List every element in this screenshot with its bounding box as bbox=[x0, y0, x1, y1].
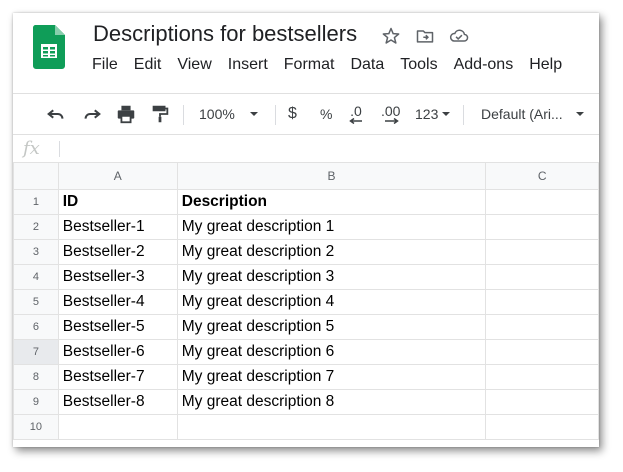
cell[interactable]: Bestseller-6 bbox=[57, 339, 178, 365]
table-row: 8 Bestseller-7 My great description 7 bbox=[13, 364, 599, 390]
row-header[interactable]: 8 bbox=[13, 364, 59, 390]
cell[interactable]: Bestseller-4 bbox=[57, 289, 178, 315]
cell[interactable]: My great description 7 bbox=[176, 364, 487, 390]
zoom-dropdown-icon bbox=[249, 112, 258, 116]
cell[interactable]: Bestseller-5 bbox=[57, 314, 178, 340]
cell[interactable]: My great description 3 bbox=[176, 264, 487, 290]
cell[interactable]: My great description 6 bbox=[176, 339, 487, 365]
cell[interactable] bbox=[485, 189, 599, 215]
cell[interactable] bbox=[485, 414, 599, 440]
fx-icon: fx bbox=[23, 138, 40, 159]
zoom-value: 100% bbox=[199, 106, 235, 122]
cell[interactable] bbox=[57, 414, 178, 440]
zoom-select[interactable]: 100% bbox=[199, 94, 259, 134]
sheets-logo-icon[interactable] bbox=[32, 25, 65, 69]
menu-data[interactable]: Data bbox=[350, 56, 384, 74]
cell[interactable] bbox=[485, 239, 599, 265]
percent-format-button[interactable]: % bbox=[320, 94, 332, 134]
more-formats-label: 123 bbox=[415, 106, 439, 122]
menu-help[interactable]: Help bbox=[529, 56, 562, 74]
cell[interactable] bbox=[485, 264, 599, 290]
row-header[interactable]: 4 bbox=[13, 264, 59, 290]
row-header[interactable]: 6 bbox=[13, 314, 59, 340]
table-row: 10 bbox=[13, 414, 599, 440]
cell[interactable]: Description bbox=[176, 189, 487, 215]
cell[interactable]: Bestseller-7 bbox=[57, 364, 178, 390]
menu-format[interactable]: Format bbox=[284, 56, 335, 74]
menu-add-ons[interactable]: Add-ons bbox=[454, 56, 514, 74]
cell[interactable]: Bestseller-1 bbox=[57, 214, 178, 240]
sheet-grid: A B C 1 ID Description 2 Bestseller-1 My… bbox=[13, 162, 599, 440]
cell[interactable] bbox=[485, 364, 599, 390]
menu-bar: File Edit View Insert Format Data Tools … bbox=[92, 56, 578, 74]
row-header[interactable]: 3 bbox=[13, 239, 59, 265]
table-row: 9 Bestseller-8 My great description 8 bbox=[13, 389, 599, 415]
row-header[interactable]: 9 bbox=[13, 389, 59, 415]
cell[interactable]: My great description 5 bbox=[176, 314, 487, 340]
cell[interactable] bbox=[485, 389, 599, 415]
font-dropdown-icon bbox=[575, 112, 584, 116]
cell[interactable]: Bestseller-2 bbox=[57, 239, 178, 265]
print-icon[interactable] bbox=[115, 94, 137, 134]
table-row: 2 Bestseller-1 My great description 1 bbox=[13, 214, 599, 240]
arrow-left-icon bbox=[349, 118, 362, 124]
undo-icon[interactable] bbox=[45, 94, 67, 134]
cell[interactable] bbox=[485, 289, 599, 315]
arrow-right-icon bbox=[384, 118, 399, 124]
increase-decimal-label: .00 bbox=[381, 103, 401, 119]
table-row: 1 ID Description bbox=[13, 189, 599, 215]
menu-insert[interactable]: Insert bbox=[228, 56, 268, 74]
formula-bar: fx bbox=[13, 134, 599, 164]
cell[interactable]: Bestseller-8 bbox=[57, 389, 178, 415]
currency-format-button[interactable]: $ bbox=[288, 94, 297, 134]
cell[interactable] bbox=[485, 339, 599, 365]
column-header-row: A B C bbox=[13, 162, 599, 190]
column-header-a[interactable]: A bbox=[57, 162, 178, 190]
decrease-decimal-button[interactable]: .0 bbox=[349, 94, 363, 134]
row-header[interactable]: 5 bbox=[13, 289, 59, 315]
cell[interactable]: My great description 1 bbox=[176, 214, 487, 240]
table-row: 7 Bestseller-6 My great description 6 bbox=[13, 339, 599, 365]
cloud-saved-icon[interactable] bbox=[447, 25, 471, 47]
font-value: Default (Ari... bbox=[481, 106, 563, 122]
cell[interactable]: Bestseller-3 bbox=[57, 264, 178, 290]
menu-view[interactable]: View bbox=[177, 56, 211, 74]
font-select[interactable]: Default (Ari... bbox=[481, 94, 585, 134]
move-folder-icon[interactable] bbox=[413, 25, 437, 47]
cell[interactable]: ID bbox=[57, 189, 178, 215]
star-icon[interactable] bbox=[379, 25, 403, 47]
formats-dropdown-icon bbox=[442, 112, 451, 116]
decrease-decimal-label: .0 bbox=[350, 103, 362, 119]
select-all-corner[interactable] bbox=[13, 162, 59, 190]
row-header[interactable]: 10 bbox=[13, 414, 59, 440]
row-header[interactable]: 7 bbox=[13, 339, 59, 365]
menu-file[interactable]: File bbox=[92, 56, 118, 74]
formula-input[interactable] bbox=[69, 140, 589, 158]
menu-edit[interactable]: Edit bbox=[134, 56, 162, 74]
row-header[interactable]: 2 bbox=[13, 214, 59, 240]
cell[interactable]: My great description 8 bbox=[176, 389, 487, 415]
cell[interactable]: My great description 2 bbox=[176, 239, 487, 265]
column-header-c[interactable]: C bbox=[485, 162, 599, 190]
increase-decimal-button[interactable]: .00 bbox=[381, 94, 400, 134]
table-row: 5 Bestseller-4 My great description 4 bbox=[13, 289, 599, 315]
table-row: 4 Bestseller-3 My great description 3 bbox=[13, 264, 599, 290]
table-row: 3 Bestseller-2 My great description 2 bbox=[13, 239, 599, 265]
menu-tools[interactable]: Tools bbox=[400, 56, 437, 74]
table-row: 6 Bestseller-5 My great description 5 bbox=[13, 314, 599, 340]
toolbar: 100% $ % .0 .00 123 Default (Ari... bbox=[13, 93, 599, 134]
more-formats-button[interactable]: 123 bbox=[415, 94, 451, 134]
document-title[interactable]: Descriptions for bestsellers bbox=[93, 21, 357, 47]
row-header[interactable]: 1 bbox=[13, 189, 59, 215]
cell[interactable] bbox=[485, 214, 599, 240]
column-header-b[interactable]: B bbox=[176, 162, 487, 190]
redo-icon[interactable] bbox=[81, 94, 103, 134]
cell[interactable]: My great description 4 bbox=[176, 289, 487, 315]
spreadsheet-window: Descriptions for bestsellers File Edit V… bbox=[13, 13, 599, 447]
cell[interactable] bbox=[176, 414, 487, 440]
paint-format-icon[interactable] bbox=[149, 94, 171, 134]
cell[interactable] bbox=[485, 314, 599, 340]
